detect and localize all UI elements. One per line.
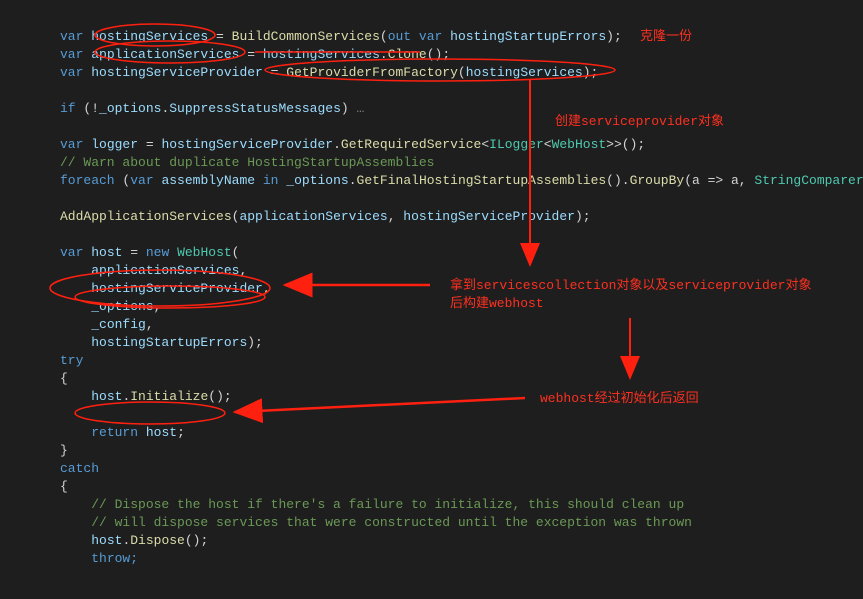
method-Initialize: Initialize (130, 389, 208, 404)
collapsed-icon[interactable]: … (349, 101, 365, 116)
comment-line: // Dispose the host if there's a failure… (91, 497, 684, 512)
annotation-webhost-return: webhost经过初始化后返回 (540, 390, 699, 408)
type-WebHost: WebHost (177, 245, 232, 260)
keyword-var: var (60, 29, 83, 44)
var-hostingServices: hostingServices (91, 29, 208, 44)
method-AddApplicationServices: AddApplicationServices (60, 209, 232, 224)
var-applicationServices: applicationServices (91, 47, 239, 62)
method-BuildCommonServices: BuildCommonServices (232, 29, 380, 44)
comment-line: // Warn about duplicate HostingStartupAs… (60, 155, 434, 170)
var-hostingServiceProvider: hostingServiceProvider (91, 65, 263, 80)
annotation-serviceprovider: 创建serviceprovider对象 (555, 113, 724, 131)
method-GetProviderFromFactory: GetProviderFromFactory (286, 65, 458, 80)
annotation-clone: 克隆一份 (640, 28, 692, 46)
comment-line: // will dispose services that were const… (91, 515, 692, 530)
annotation-webhost-build: 拿到servicescollection对象以及serviceprovider对… (450, 277, 811, 313)
